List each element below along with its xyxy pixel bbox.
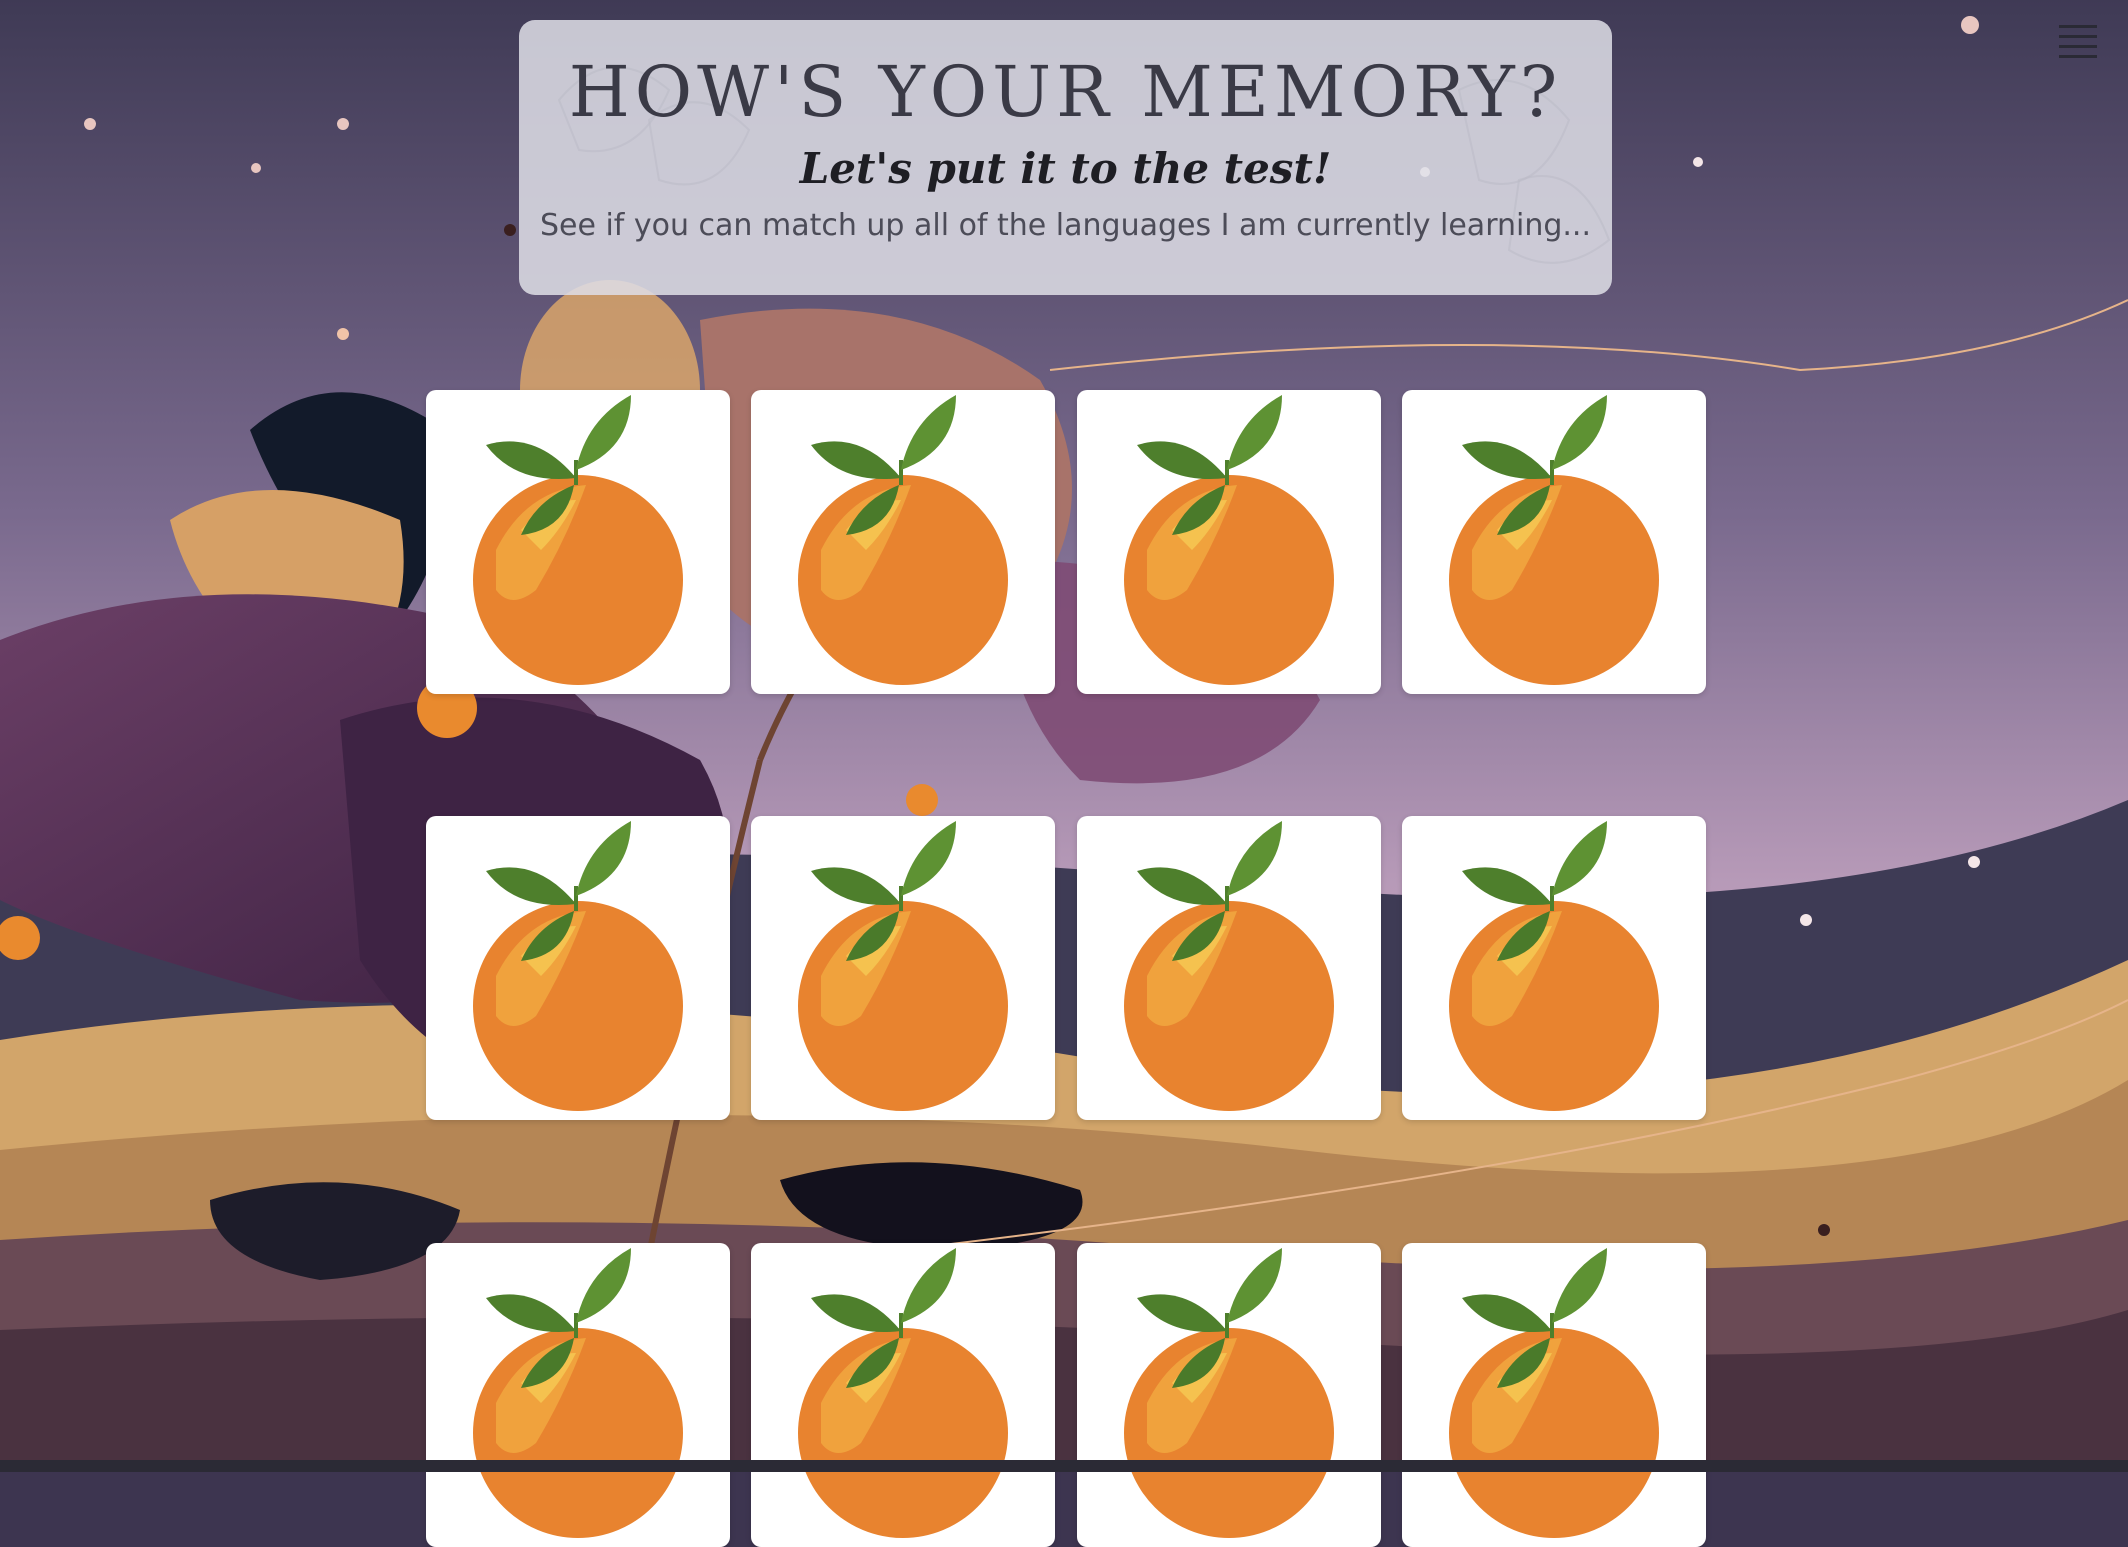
orange-icon xyxy=(473,1248,683,1538)
orange-icon xyxy=(798,1248,1008,1538)
orange-icon xyxy=(1449,1248,1659,1538)
menu-bar xyxy=(2059,45,2097,48)
memory-card[interactable] xyxy=(1402,816,1706,1120)
menu-bar xyxy=(2059,35,2097,38)
orange-icon xyxy=(473,395,683,685)
menu-bar xyxy=(2059,55,2097,58)
orange-icon xyxy=(1124,395,1334,685)
memory-card[interactable] xyxy=(1402,390,1706,694)
memory-card[interactable] xyxy=(751,1243,1055,1547)
hamburger-menu-icon[interactable] xyxy=(2059,25,2097,65)
memory-card[interactable] xyxy=(1077,1243,1381,1547)
memory-card[interactable] xyxy=(751,816,1055,1120)
page-description: See if you can match up all of the langu… xyxy=(539,208,1592,244)
orange-icon xyxy=(798,395,1008,685)
memory-card[interactable] xyxy=(1402,1243,1706,1547)
page-title: HOW'S YOUR MEMORY? xyxy=(568,51,1563,133)
memory-card[interactable] xyxy=(1077,390,1381,694)
orange-icon xyxy=(798,821,1008,1111)
memory-card[interactable] xyxy=(426,1243,730,1547)
orange-icon xyxy=(473,821,683,1111)
menu-bar xyxy=(2059,25,2097,28)
memory-card[interactable] xyxy=(751,390,1055,694)
page-subtitle: Let's put it to the test! xyxy=(799,144,1332,193)
memory-card[interactable] xyxy=(426,390,730,694)
orange-icon xyxy=(1124,1248,1334,1538)
memory-card[interactable] xyxy=(426,816,730,1120)
orange-icon xyxy=(1449,395,1659,685)
memory-card[interactable] xyxy=(1077,816,1381,1120)
orange-icon xyxy=(1124,821,1334,1111)
orange-icon xyxy=(1449,821,1659,1111)
page-bottom-edge xyxy=(0,1460,2128,1472)
header-panel: HOW'S YOUR MEMORY? Let's put it to the t… xyxy=(519,20,1612,295)
